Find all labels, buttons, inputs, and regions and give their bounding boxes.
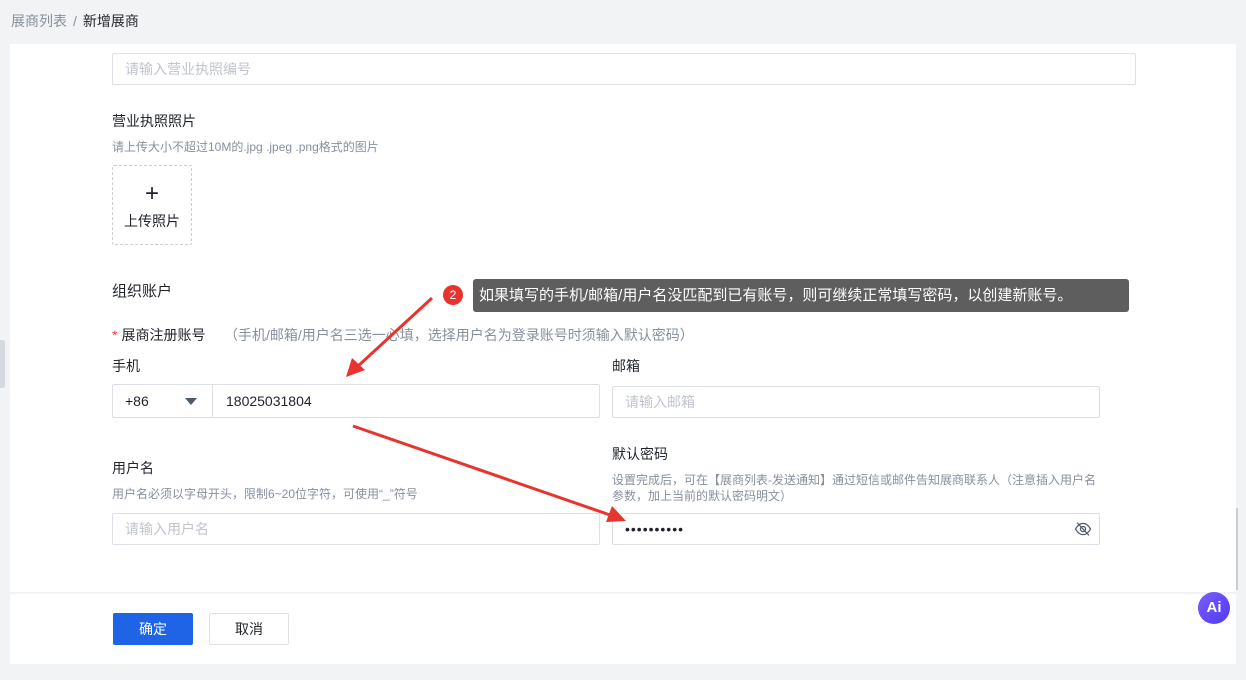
breadcrumb: 展商列表 / 新增展商 — [11, 12, 139, 30]
register-account-hint: （手机/邮箱/用户名三选一必填，选择用户名为登录账号时须输入默认密码） — [224, 327, 694, 343]
license-number-input[interactable]: 请输入营业执照编号 — [112, 53, 1136, 85]
form-footer — [10, 594, 1236, 664]
annotation-step-badge: 2 — [443, 285, 463, 305]
upload-photo-button[interactable]: + 上传照片 — [112, 165, 192, 245]
username-input[interactable]: 请输入用户名 — [112, 513, 600, 545]
annotation-text: 如果填写的手机/邮箱/用户名没匹配到已有账号，则可继续正常填写密码，以创建新账号… — [473, 279, 1129, 312]
breadcrumb-separator: / — [73, 13, 77, 29]
email-placeholder: 请输入邮箱 — [625, 394, 695, 410]
phone-value: 18025031804 — [226, 393, 312, 409]
country-code-select[interactable]: +86 — [112, 384, 213, 418]
license-photo-label: 营业执照照片 — [112, 113, 196, 129]
side-collapse-handle[interactable] — [0, 340, 5, 388]
country-code-value: +86 — [125, 393, 149, 409]
password-input[interactable]: •••••••••• — [612, 513, 1100, 545]
license-photo-hint: 请上传大小不超过10M的.jpg .jpeg .png格式的图片 — [112, 140, 379, 154]
ai-assistant-button[interactable]: Ai — [1198, 592, 1230, 624]
annotation-callout: 如果填写的手机/邮箱/用户名没匹配到已有账号，则可继续正常填写密码，以创建新账号… — [441, 279, 1129, 312]
breadcrumb-item-current: 新增展商 — [82, 13, 139, 29]
caret-down-icon — [185, 398, 197, 405]
username-placeholder: 请输入用户名 — [125, 521, 209, 537]
eye-off-icon[interactable] — [1074, 520, 1092, 538]
phone-label: 手机 — [112, 358, 140, 374]
vertical-scrollbar[interactable] — [1236, 508, 1238, 590]
cancel-button[interactable]: 取消 — [209, 613, 289, 645]
password-hint-line1: 设置完成后，可在【展商列表-发送通知】通过短信或邮件告知展商联系人（注意插入用户… — [612, 473, 1096, 487]
plus-icon: + — [144, 180, 159, 207]
required-mark: * — [112, 327, 118, 343]
phone-input[interactable]: 18025031804 — [212, 384, 600, 418]
register-account-label: * 展商注册账号 — [112, 326, 205, 344]
password-value: •••••••••• — [625, 521, 685, 537]
register-account-label-text: 展商注册账号 — [121, 327, 206, 343]
email-input[interactable]: 请输入邮箱 — [612, 386, 1100, 418]
username-label: 用户名 — [112, 460, 154, 476]
username-hint: 用户名必须以字母开头，限制6~20位字符，可使用“_”符号 — [112, 487, 418, 501]
password-label: 默认密码 — [612, 446, 668, 462]
password-hint-line2: 参数，加上当前的默认密码明文） — [612, 489, 793, 503]
email-label: 邮箱 — [612, 358, 640, 374]
confirm-button[interactable]: 确定 — [113, 613, 193, 645]
upload-photo-label: 上传照片 — [124, 213, 180, 229]
breadcrumb-item-exhibitor-list[interactable]: 展商列表 — [11, 13, 67, 29]
section-title-org-account: 组织账户 — [112, 283, 173, 300]
license-number-placeholder: 请输入营业执照编号 — [125, 61, 251, 77]
